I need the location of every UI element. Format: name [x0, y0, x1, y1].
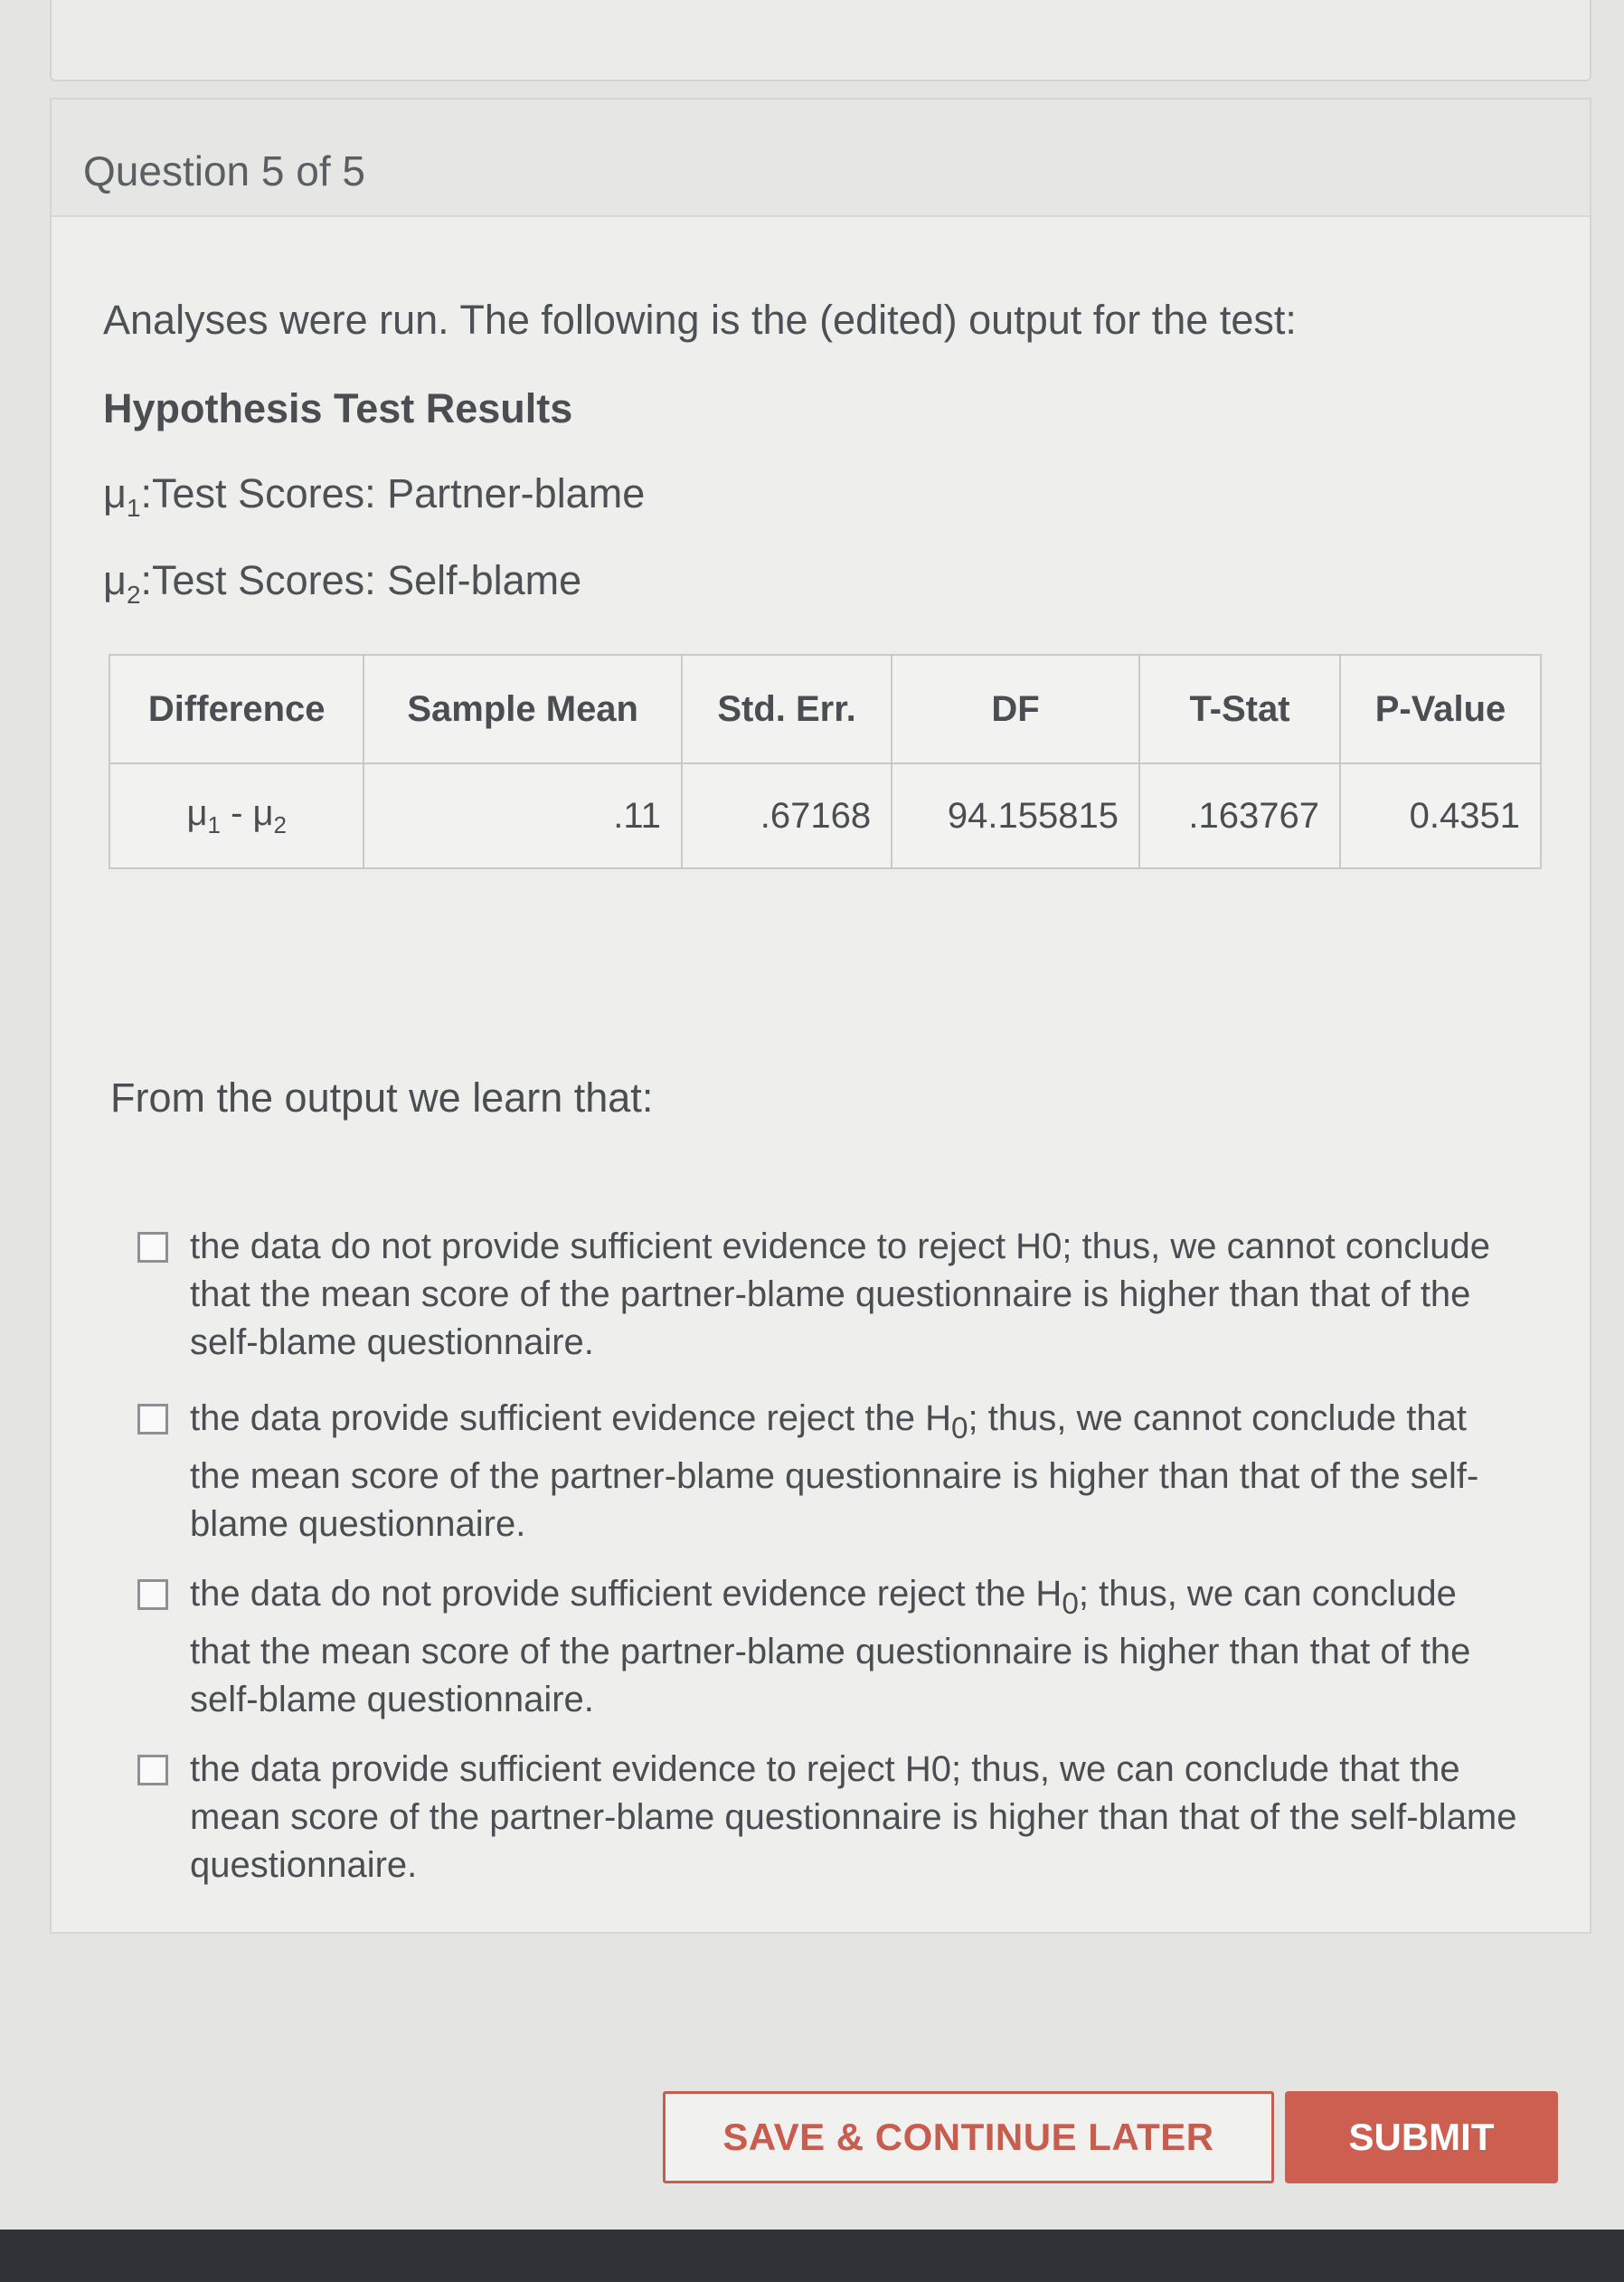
mu1-label: :Test Scores: Partner-blame: [140, 470, 646, 516]
diff-mu-b: μ: [252, 792, 274, 833]
answer-option-4[interactable]: the data provide sufficient evidence to …: [137, 1746, 1548, 1889]
header-sample-mean: Sample Mean: [363, 654, 683, 764]
diff-separator: -: [220, 792, 253, 833]
checkbox-option-3[interactable]: [137, 1579, 168, 1610]
option-3-text-pre: the data do not provide sufficient evide…: [190, 1574, 1062, 1614]
bottom-bar: [0, 2230, 1624, 2282]
mu2-definition: μ2:Test Scores: Self-blame: [103, 557, 581, 610]
table-header-row: Difference Sample Mean Std. Err. DF T-St…: [108, 654, 1542, 764]
header-p-value: P-Value: [1339, 654, 1542, 764]
cell-difference: μ1 - μ2: [108, 762, 365, 869]
option-4-text: the data provide sufficient evidence to …: [190, 1749, 1517, 1885]
diff-mu-a: μ: [186, 792, 208, 833]
results-table: Difference Sample Mean Std. Err. DF T-St…: [108, 654, 1542, 869]
mu1-subscript: 1: [126, 494, 141, 522]
question-card: Question 5 of 5 Analyses were run. The f…: [50, 98, 1591, 1934]
diff-mu-b-sub: 2: [273, 810, 288, 838]
question-counter: Question 5 of 5: [83, 147, 365, 194]
checkbox-option-1[interactable]: [137, 1232, 168, 1263]
answer-option-3[interactable]: the data do not provide sufficient evide…: [137, 1570, 1548, 1724]
answer-option-2[interactable]: the data provide sufficient evidence rej…: [137, 1395, 1548, 1548]
checkbox-option-2[interactable]: [137, 1404, 168, 1435]
option-3-text-sub: 0: [1062, 1587, 1079, 1621]
header-difference: Difference: [108, 654, 365, 764]
mu2-label: :Test Scores: Self-blame: [140, 557, 582, 603]
checkbox-option-4[interactable]: [137, 1755, 168, 1785]
header-df: DF: [891, 654, 1140, 764]
answer-option-1[interactable]: the data do not provide sufficient evide…: [137, 1223, 1548, 1367]
cell-std-err: .67168: [680, 762, 893, 869]
mu1-symbol: μ: [103, 470, 127, 516]
option-2-text-pre: the data provide sufficient evidence rej…: [190, 1398, 951, 1438]
previous-question-card: [50, 0, 1591, 81]
cell-sample-mean: .11: [363, 762, 683, 869]
option-3-text: the data do not provide sufficient evide…: [190, 1570, 1519, 1724]
option-2-text: the data provide sufficient evidence rej…: [190, 1395, 1519, 1548]
header-std-err: Std. Err.: [680, 654, 893, 764]
option-1-text: the data do not provide sufficient evide…: [190, 1226, 1490, 1362]
table-row: μ1 - μ2 .11 .67168 94.155815 .163767 0.4…: [108, 762, 1542, 869]
mu1-definition: μ1:Test Scores: Partner-blame: [103, 470, 645, 523]
question-intro: Analyses were run. The following is the …: [103, 297, 1297, 343]
action-buttons: SAVE & CONTINUE LATER SUBMIT: [663, 2091, 1558, 2183]
diff-mu-a-sub: 1: [207, 810, 221, 838]
cell-p-value: 0.4351: [1339, 762, 1542, 869]
cell-t-stat: .163767: [1138, 762, 1342, 869]
header-t-stat: T-Stat: [1138, 654, 1342, 764]
save-continue-later-button[interactable]: SAVE & CONTINUE LATER: [663, 2091, 1274, 2183]
question-prompt: From the output we learn that:: [110, 1075, 654, 1121]
mu2-symbol: μ: [103, 557, 127, 603]
question-header: Question 5 of 5: [52, 99, 1590, 217]
cell-df: 94.155815: [891, 762, 1140, 869]
results-title: Hypothesis Test Results: [103, 385, 573, 431]
option-2-text-sub: 0: [951, 1412, 968, 1445]
submit-button[interactable]: SUBMIT: [1285, 2091, 1558, 2183]
mu2-subscript: 2: [126, 581, 141, 609]
